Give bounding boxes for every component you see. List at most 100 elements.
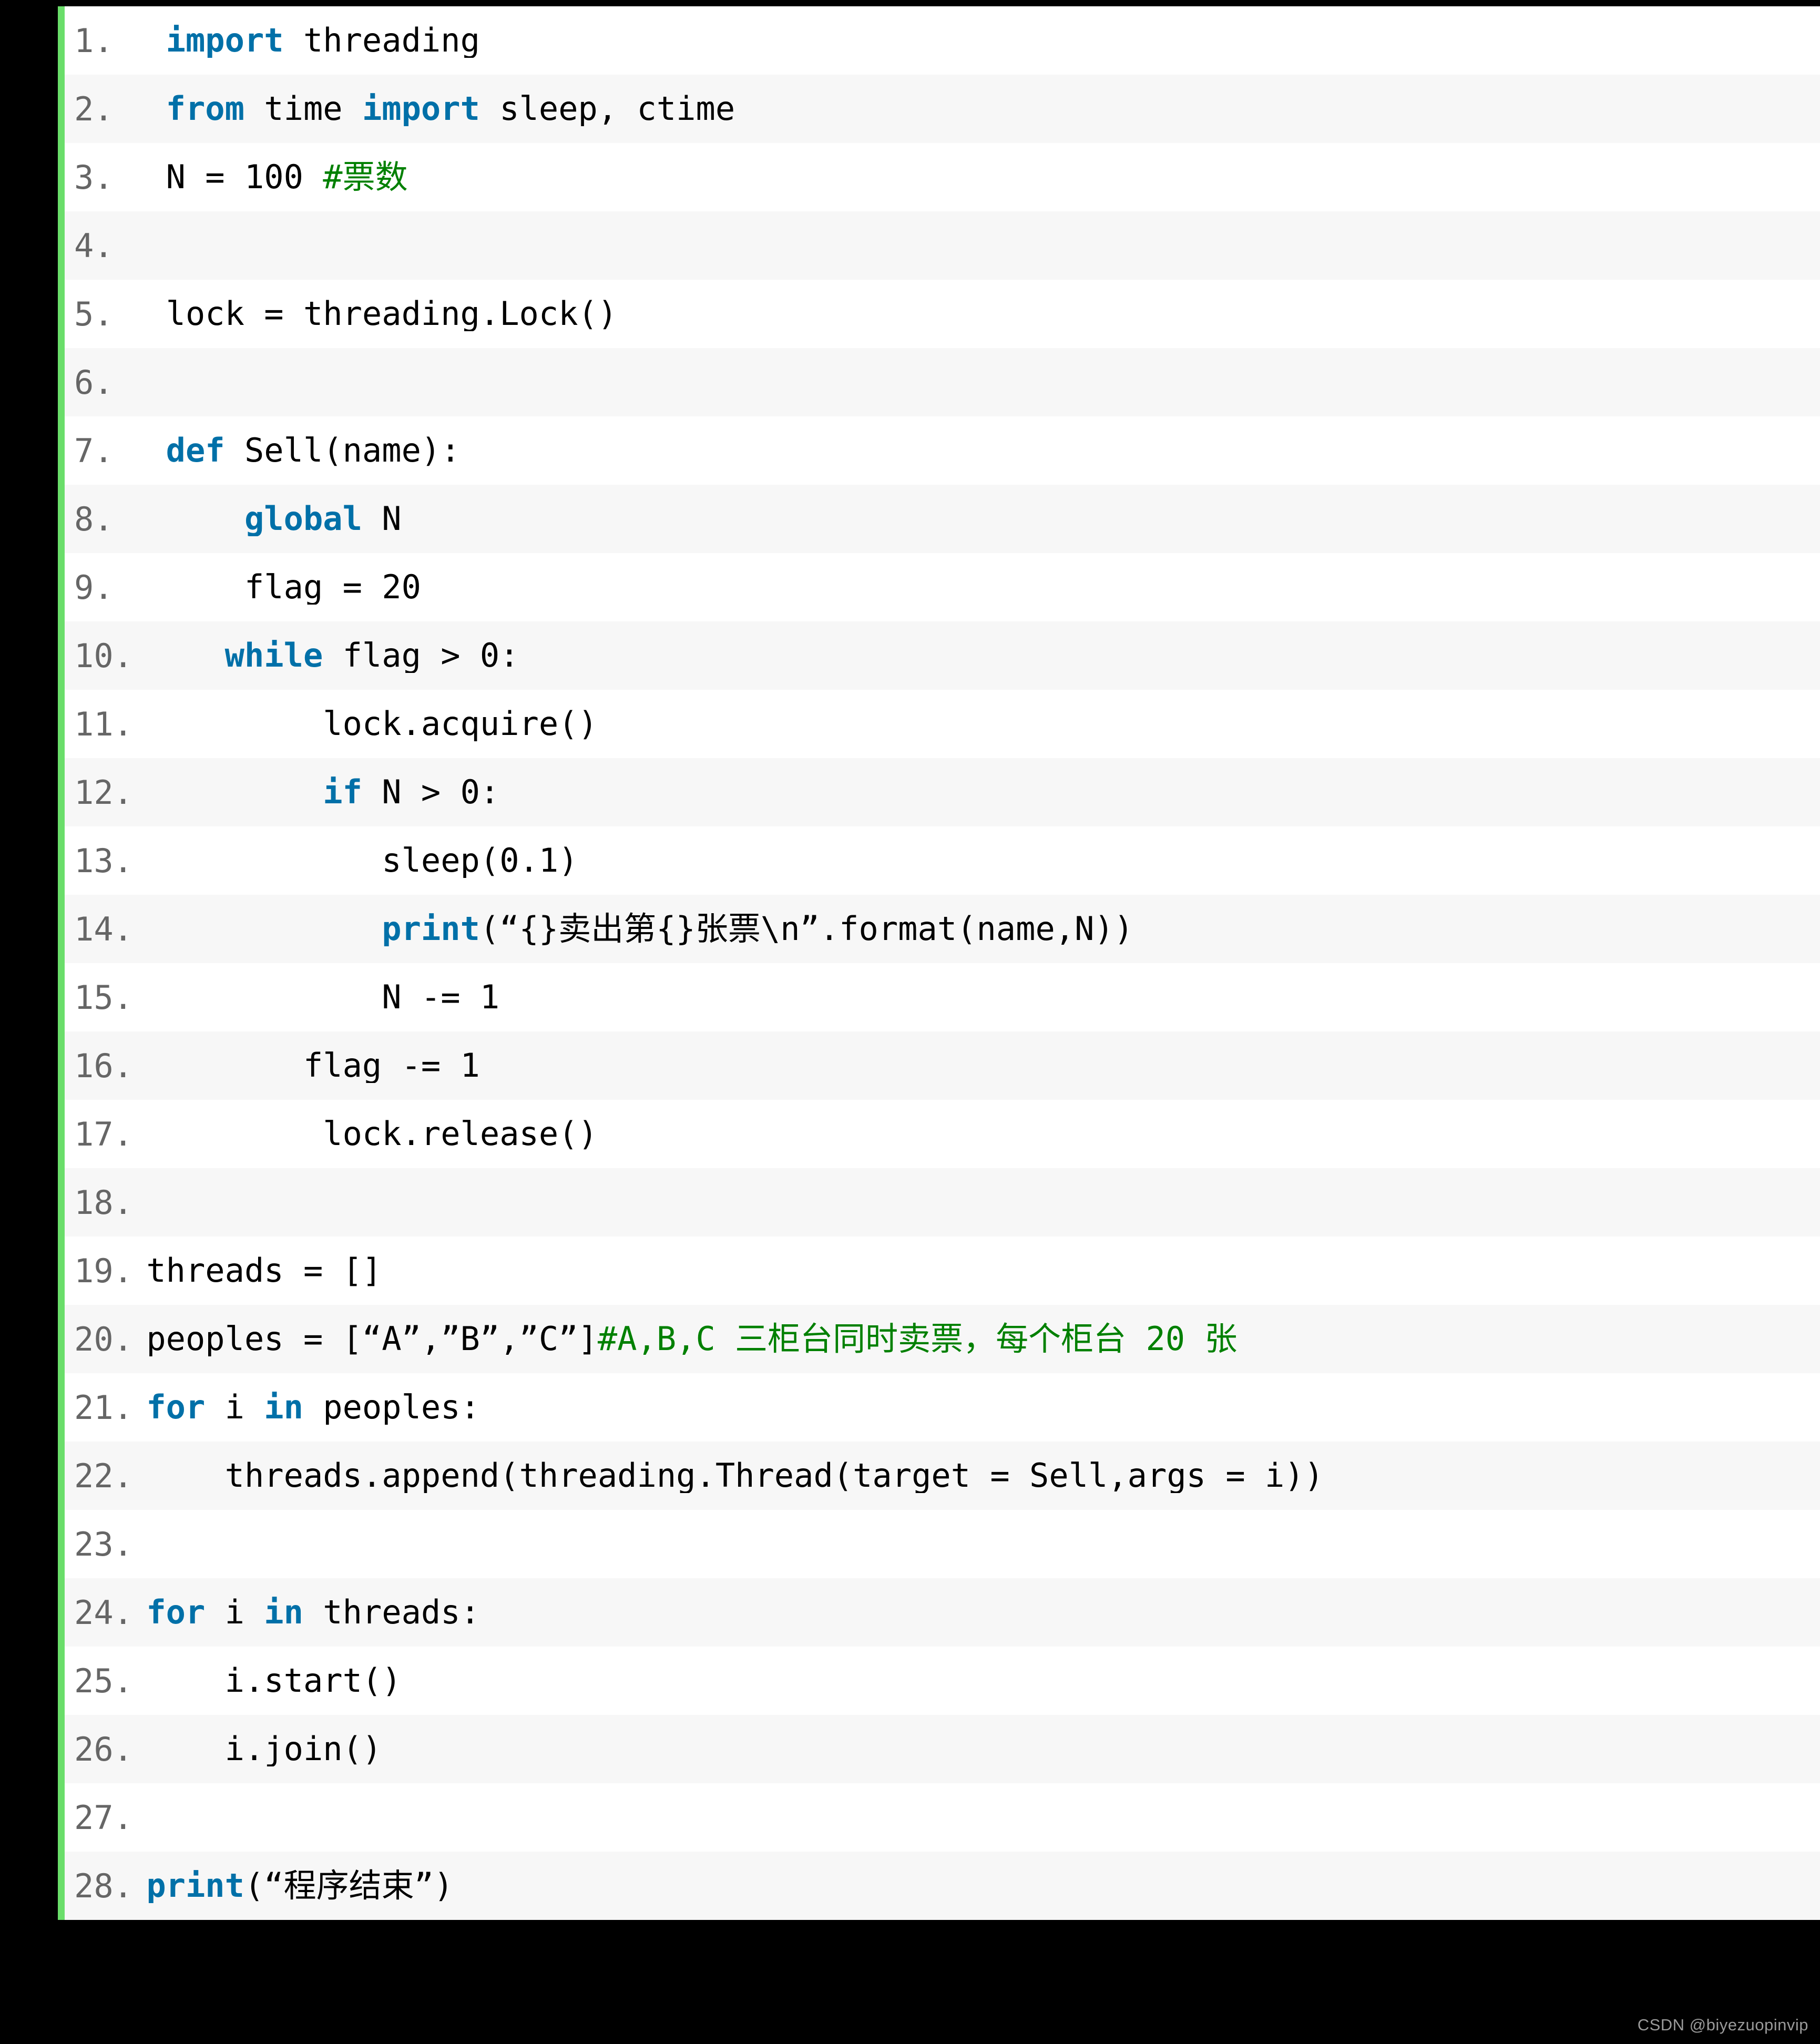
code-span: sleep(0.1) [127, 843, 578, 878]
code-keyword: from [166, 91, 244, 126]
code-span [127, 502, 244, 536]
line-number: 3. [74, 158, 114, 197]
line-number: 20. [74, 1320, 133, 1358]
code-span: threads: [303, 1595, 480, 1630]
code-text: for i in threads: [127, 1595, 1820, 1629]
code-line: 26. i.join() [65, 1715, 1820, 1783]
code-line: 10. while flag > 0: [65, 621, 1820, 690]
code-span [127, 1868, 146, 1903]
code-line: 12. if N > 0: [65, 758, 1820, 826]
line-number: 21. [74, 1388, 133, 1427]
code-span [127, 1595, 146, 1629]
code-text: import threading [127, 23, 1820, 57]
code-span: i [205, 1595, 264, 1630]
code-text: sleep(0.1) [127, 843, 1820, 877]
code-line: 18. [65, 1168, 1820, 1236]
code-line: 5. lock = threading.Lock() [65, 280, 1820, 348]
code-line: 27. [65, 1783, 1820, 1852]
code-line: 20. peoples = [“A”,”B”,”C”]#A,B,C 三柜台同时卖… [65, 1305, 1820, 1373]
code-line: 22. threads.append(threading.Thread(targ… [65, 1442, 1820, 1510]
code-line: 28. print(“程序结束”) [65, 1852, 1820, 1920]
code-span: lock = threading.Lock() [127, 297, 618, 331]
code-keyword: for [146, 1390, 206, 1425]
code-keyword: for [146, 1595, 206, 1630]
line-number: 13. [74, 841, 133, 880]
code-span: flag -= 1 [127, 1048, 480, 1083]
code-span [127, 638, 225, 672]
line-number: 10. [74, 636, 133, 675]
code-text: def Sell(name): [127, 433, 1820, 467]
code-span: sleep, ctime [479, 91, 735, 126]
line-number: 28. [74, 1866, 133, 1905]
code-span [127, 91, 166, 126]
code-text: lock.acquire() [127, 707, 1820, 741]
code-keyword: print [146, 1868, 244, 1903]
line-number: 15. [74, 978, 133, 1017]
code-text: N = 100 #票数 [127, 160, 1820, 194]
code-keyword: def [166, 433, 225, 468]
code-span: i.start() [127, 1663, 402, 1698]
code-span [127, 912, 382, 946]
code-text: while flag > 0: [127, 638, 1820, 672]
line-number: 14. [74, 909, 133, 948]
code-line: 11. lock.acquire() [65, 690, 1820, 758]
code-span [127, 1390, 146, 1424]
code-comment: #A,B,C 三柜台同时卖票，每个柜台 20 张 [597, 1322, 1238, 1356]
code-line: 23. [65, 1510, 1820, 1578]
code-line: 7. def Sell(name): [65, 416, 1820, 485]
code-text: threads.append(threading.Thread(target =… [127, 1458, 1820, 1493]
code-text: print(“{}卖出第{}张票\n”.format(name,N)) [127, 912, 1820, 946]
line-number: 8. [74, 499, 114, 538]
code-text: i.start() [127, 1663, 1820, 1698]
code-span: N [362, 502, 402, 536]
code-line: 21. for i in peoples: [65, 1373, 1820, 1442]
code-line: 19. threads = [] [65, 1236, 1820, 1305]
code-keyword: global [244, 502, 362, 536]
code-line: 24. for i in threads: [65, 1578, 1820, 1647]
code-keyword: in [264, 1595, 303, 1630]
line-number: 12. [74, 773, 133, 812]
line-number: 6. [74, 363, 114, 402]
code-keyword: import [362, 91, 480, 126]
code-line: 17. lock.release() [65, 1100, 1820, 1168]
code-line: 14. print(“{}卖出第{}张票\n”.format(name,N)) [65, 895, 1820, 963]
code-span: N = 100 [127, 160, 323, 195]
code-line: 4. [65, 211, 1820, 280]
code-span: i [205, 1390, 264, 1425]
code-span: N -= 1 [127, 980, 500, 1015]
code-span: Sell(name): [224, 433, 461, 468]
code-text: flag = 20 [127, 570, 1820, 604]
code-span: flag = 20 [127, 570, 421, 605]
line-number: 9. [74, 568, 114, 607]
code-line: 6. [65, 348, 1820, 416]
code-text: threads = [] [127, 1253, 1820, 1287]
line-number: 5. [74, 294, 114, 333]
code-span: N > 0: [362, 775, 500, 810]
code-text: print(“程序结束”) [127, 1868, 1820, 1903]
code-keyword: if [323, 775, 362, 810]
code-span: peoples = [“A”,”B”,”C”] [127, 1322, 598, 1356]
code-line: 16. flag -= 1 [65, 1031, 1820, 1100]
code-span: time [244, 91, 362, 126]
line-number: 25. [74, 1661, 133, 1700]
code-span: flag > 0: [323, 638, 519, 673]
line-number: 11. [74, 704, 133, 743]
code-line: 1. import threading [65, 6, 1820, 75]
code-text: global N [127, 502, 1820, 536]
code-text: from time import sleep, ctime [127, 91, 1820, 126]
code-line: 13. sleep(0.1) [65, 826, 1820, 895]
code-text: flag -= 1 [127, 1048, 1820, 1082]
code-span [127, 775, 323, 809]
code-line: 25. i.start() [65, 1647, 1820, 1715]
code-span [127, 23, 166, 57]
code-text: if N > 0: [127, 775, 1820, 809]
code-span: (“程序结束”) [244, 1868, 454, 1903]
code-line: 8. global N [65, 485, 1820, 553]
code-text: lock.release() [127, 1117, 1820, 1151]
code-line: 9. flag = 20 [65, 553, 1820, 621]
line-number: 23. [74, 1525, 133, 1563]
code-keyword: print [382, 912, 480, 946]
code-line: 2. from time import sleep, ctime [65, 75, 1820, 143]
line-number: 1. [74, 21, 114, 60]
line-number: 18. [74, 1183, 133, 1222]
